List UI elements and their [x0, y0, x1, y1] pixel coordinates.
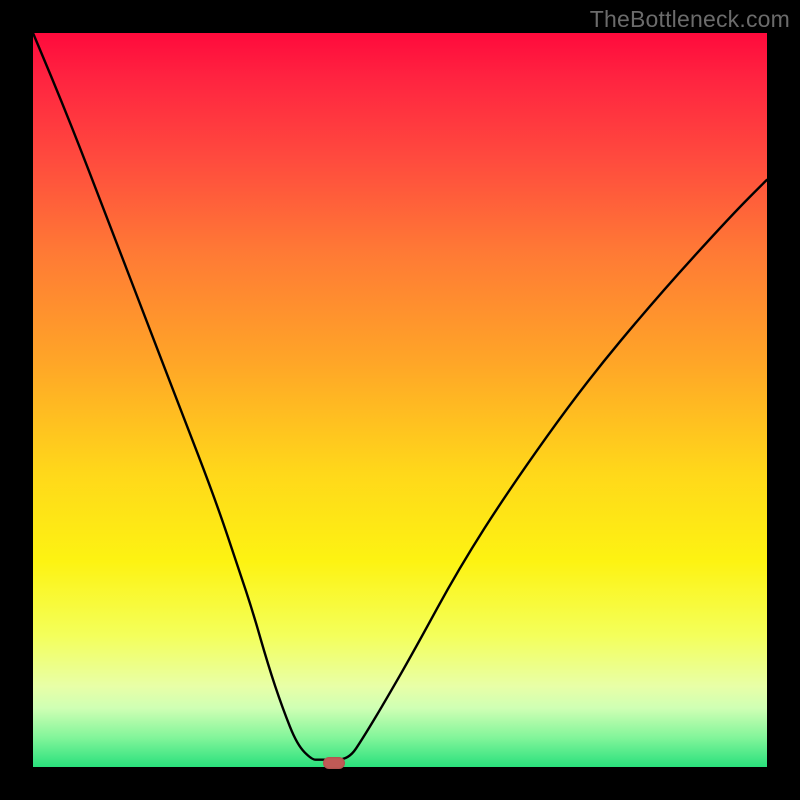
plot-area — [33, 33, 767, 767]
chart-frame: TheBottleneck.com — [0, 0, 800, 800]
curve-path — [33, 33, 767, 760]
optimal-point-marker — [323, 757, 345, 769]
watermark-text: TheBottleneck.com — [590, 6, 790, 33]
bottleneck-curve — [33, 33, 767, 767]
